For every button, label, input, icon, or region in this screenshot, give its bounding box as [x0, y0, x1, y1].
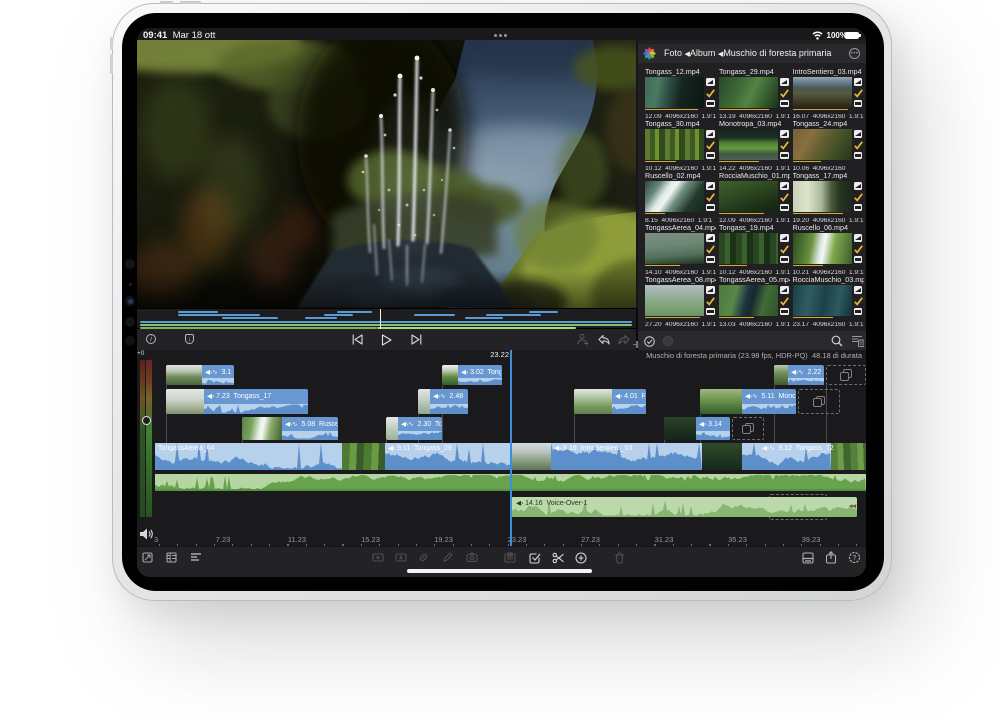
svg-text:?: ? [853, 555, 857, 562]
